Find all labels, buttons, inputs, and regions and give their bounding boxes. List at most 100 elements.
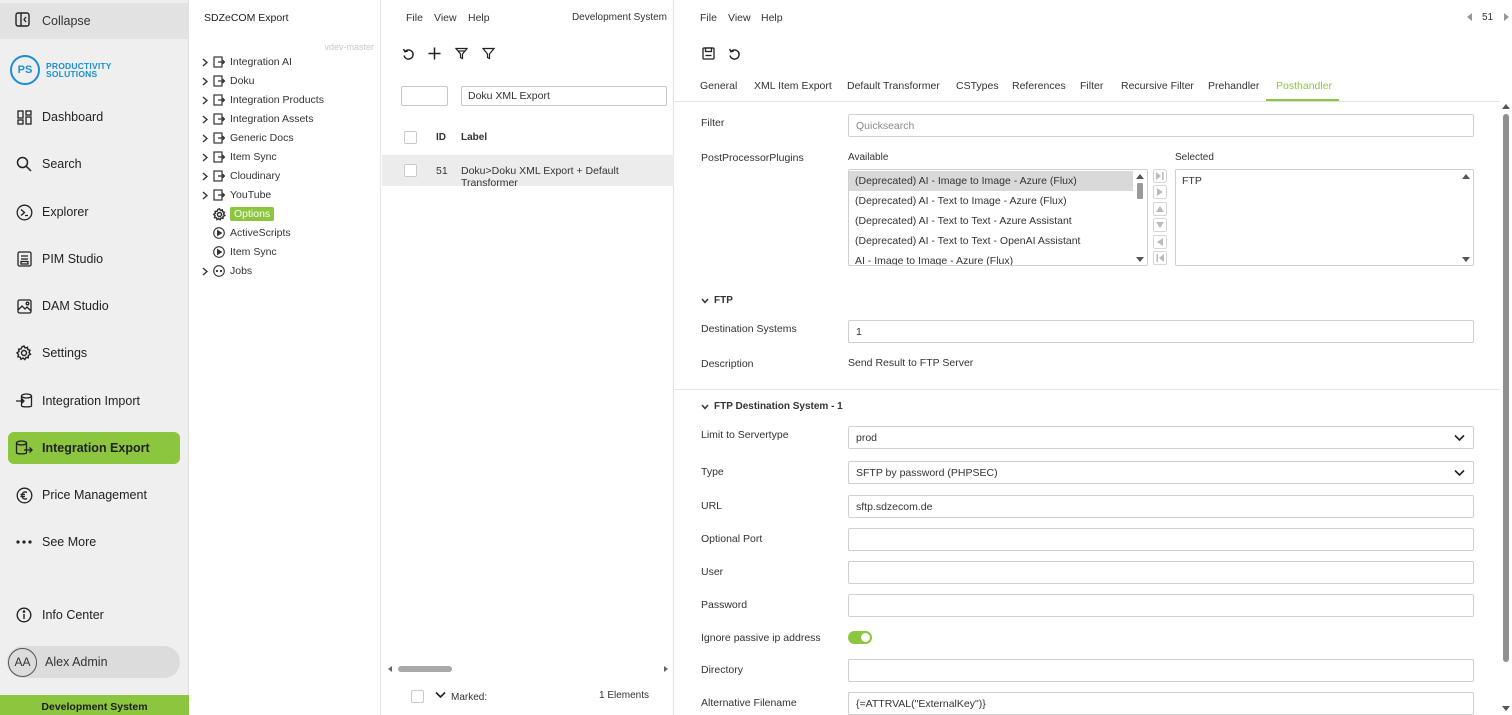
- tree-node-integration-ai[interactable]: Integration AI: [202, 53, 292, 71]
- move-up-button[interactable]: [1153, 202, 1167, 216]
- tab-references[interactable]: References: [1012, 80, 1066, 92]
- tab-default-transformer[interactable]: Default Transformer: [847, 80, 940, 92]
- user-menu[interactable]: AA Alex Admin: [7, 646, 180, 678]
- move-down-button[interactable]: [1153, 218, 1167, 232]
- collapse-button[interactable]: Collapse: [0, 3, 189, 39]
- ftp-section-header[interactable]: FTP: [701, 295, 733, 306]
- chevron-right-icon[interactable]: [202, 266, 212, 276]
- chevron-down-icon[interactable]: [435, 691, 446, 699]
- nav-see-more[interactable]: See More: [8, 526, 180, 558]
- marked-checkbox[interactable]: [411, 690, 424, 703]
- available-plugin-item[interactable]: (Deprecated) AI - Text to Image - Azure …: [849, 191, 1133, 211]
- tree-node-youtube[interactable]: YouTube: [202, 186, 271, 204]
- destination-systems-input[interactable]: 1: [848, 320, 1474, 343]
- passive-ip-toggle[interactable]: [848, 631, 872, 644]
- detail-menu-help[interactable]: Help: [761, 12, 783, 24]
- tree-node-doku[interactable]: Doku: [202, 72, 255, 90]
- column-id-header[interactable]: ID: [436, 132, 446, 143]
- tab-recursive-filter[interactable]: Recursive Filter: [1121, 80, 1194, 92]
- servertype-select[interactable]: prod: [848, 426, 1474, 449]
- tab-xml-item-export[interactable]: XML Item Export: [754, 80, 832, 92]
- tree-node-jobs[interactable]: Jobs: [202, 262, 252, 280]
- column-label-header[interactable]: Label: [461, 132, 487, 143]
- type-select[interactable]: SFTP by password (PHPSEC): [848, 461, 1474, 484]
- move-all-right-button[interactable]: [1153, 169, 1167, 183]
- tree-node-item-sync[interactable]: Item Sync: [202, 148, 277, 166]
- quicksearch-input[interactable]: Quicksearch: [848, 114, 1474, 137]
- section-divider: [675, 389, 1500, 390]
- nav-pim-studio[interactable]: PIM Studio: [8, 243, 180, 275]
- nav-search[interactable]: Search: [8, 148, 180, 180]
- vertical-scrollbar[interactable]: [1501, 101, 1511, 715]
- tree-node-integration-products[interactable]: Integration Products: [202, 91, 324, 109]
- available-plugin-item[interactable]: (Deprecated) AI - Text to Text - OpenAI …: [849, 231, 1133, 251]
- tab-posthandler[interactable]: Posthandler: [1276, 80, 1332, 92]
- selected-plugin-item[interactable]: FTP: [1176, 170, 1473, 190]
- password-input[interactable]: [848, 594, 1474, 617]
- nav-dam-studio[interactable]: DAM Studio: [8, 290, 180, 322]
- port-input[interactable]: [848, 528, 1474, 551]
- tree-node-item-sync[interactable]: Item Sync: [202, 243, 277, 261]
- clear-filter-button[interactable]: [452, 44, 470, 62]
- move-right-button[interactable]: [1153, 185, 1167, 199]
- url-input[interactable]: sftp.sdzecom.de: [848, 495, 1474, 518]
- available-plugin-item[interactable]: (Deprecated) AI - Text to Text - Azure A…: [849, 211, 1133, 231]
- tab-cstypes[interactable]: CSTypes: [956, 80, 999, 92]
- nav-info-center[interactable]: Info Center: [8, 599, 180, 631]
- save-button[interactable]: [699, 44, 717, 62]
- nav-dashboard[interactable]: Dashboard: [8, 101, 180, 133]
- ftp-destination-header[interactable]: FTP Destination System - 1: [701, 401, 843, 412]
- label-filter-input[interactable]: Doku XML Export: [461, 86, 667, 106]
- chevron-right-icon[interactable]: [202, 190, 212, 200]
- chevron-right-icon[interactable]: [202, 171, 212, 181]
- available-plugin-item[interactable]: AI - Image to Image - Azure (Flux): [849, 251, 1133, 265]
- chevron-right-icon[interactable]: [202, 57, 212, 67]
- tab-prehandler[interactable]: Prehandler: [1208, 80, 1259, 92]
- chevron-right-icon[interactable]: [202, 133, 212, 143]
- row-checkbox[interactable]: [404, 164, 417, 177]
- nav-integration-export[interactable]: Integration Export: [8, 432, 180, 464]
- nav-integration-import[interactable]: Integration Import: [8, 385, 180, 417]
- chevron-right-icon[interactable]: [202, 76, 212, 86]
- tree-node-activescripts[interactable]: ActiveScripts: [202, 224, 291, 242]
- refresh-button[interactable]: [399, 45, 417, 63]
- tab-filter[interactable]: Filter: [1080, 80, 1103, 92]
- select-all-checkbox[interactable]: [404, 131, 417, 144]
- filter-button[interactable]: [479, 44, 497, 62]
- menu-view[interactable]: View: [434, 12, 457, 24]
- menu-help[interactable]: Help: [468, 12, 490, 24]
- chevron-right-icon[interactable]: [202, 95, 212, 105]
- directory-input[interactable]: [848, 659, 1474, 682]
- tree-node-cloudinary[interactable]: Cloudinary: [202, 167, 280, 185]
- horizontal-scrollbar[interactable]: [387, 664, 669, 674]
- add-button[interactable]: [425, 44, 443, 62]
- tree-node-integration-assets[interactable]: Integration Assets: [202, 110, 313, 128]
- id-filter-input[interactable]: [401, 86, 448, 106]
- next-record-icon[interactable]: [1504, 13, 1510, 21]
- chevron-right-icon[interactable]: [202, 114, 212, 124]
- available-plugin-item[interactable]: (Deprecated) AI - Image to Image - Azure…: [849, 171, 1133, 191]
- tab-general[interactable]: General: [700, 80, 737, 92]
- nav-price-management[interactable]: Price Management: [8, 479, 180, 511]
- move-left-icon: [1157, 238, 1163, 246]
- previous-record-icon[interactable]: [1467, 13, 1473, 21]
- menu-file[interactable]: File: [406, 12, 423, 24]
- destination-systems-label: Destination Systems: [701, 323, 797, 335]
- user-input[interactable]: [848, 561, 1474, 584]
- nav-explorer[interactable]: Explorer: [8, 196, 180, 228]
- tree-node-generic-docs[interactable]: Generic Docs: [202, 129, 294, 147]
- chevron-right-icon[interactable]: [202, 152, 212, 162]
- move-left-button[interactable]: [1153, 235, 1167, 249]
- available-label: Available: [848, 152, 889, 163]
- detail-menu-file[interactable]: File: [700, 12, 717, 24]
- table-row[interactable]: 51 Doku>Doku XML Export + Default Transf…: [382, 155, 674, 189]
- selected-plugins-list[interactable]: FTP: [1175, 169, 1474, 266]
- move-all-left-button[interactable]: [1153, 251, 1167, 265]
- available-plugins-list[interactable]: (Deprecated) AI - Image to Image - Azure…: [848, 169, 1148, 266]
- reload-button[interactable]: [725, 45, 743, 63]
- tree-node-options[interactable]: Options: [202, 205, 275, 223]
- alternative-filename-input[interactable]: {=ATTRVAL("ExternalKey")}: [848, 692, 1474, 715]
- detail-menu-view[interactable]: View: [728, 12, 751, 24]
- nav-settings[interactable]: Settings: [8, 337, 180, 369]
- export-node-icon: [212, 74, 226, 88]
